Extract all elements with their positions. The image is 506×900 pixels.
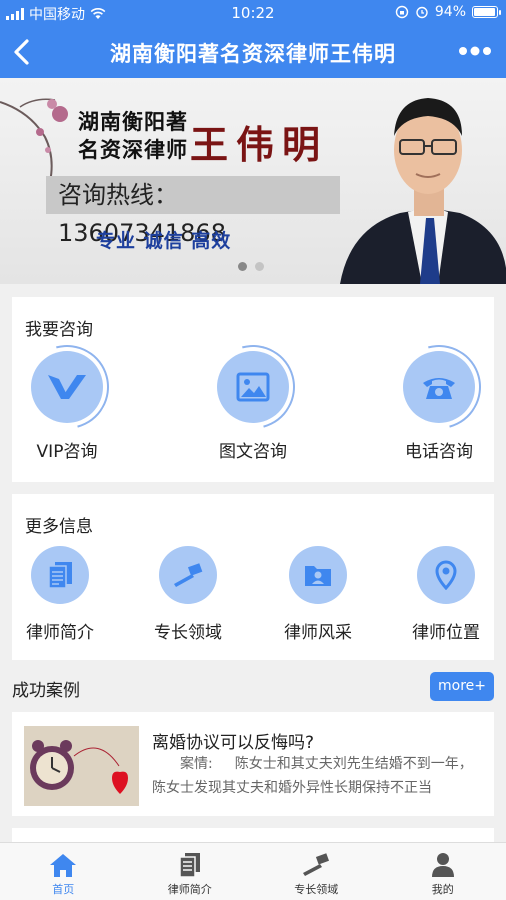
- tab-mine[interactable]: 我的: [380, 843, 506, 900]
- banner-carousel[interactable]: 湖南衡阳著 名资深律师 王伟明 咨询热线：13607341868 专业 诚信 高…: [0, 78, 506, 284]
- carousel-dot[interactable]: [255, 262, 264, 271]
- carousel-indicator[interactable]: [238, 262, 264, 271]
- lawyer-photo: [340, 98, 506, 284]
- folder-user-icon: [305, 566, 331, 586]
- section-title: 我要咨询: [25, 320, 93, 340]
- home-icon: [50, 854, 77, 877]
- more-button[interactable]: [458, 38, 492, 69]
- consult-label: 电话咨询: [405, 442, 473, 462]
- vip-consult-button[interactable]: VIP咨询: [9, 329, 125, 462]
- more-cases-button[interactable]: more+: [430, 672, 494, 701]
- chevron-left-icon: [14, 39, 29, 65]
- cases-header: 成功案例 more+: [12, 672, 494, 702]
- more-dots-icon: [459, 46, 491, 56]
- location-pin-icon: [435, 560, 457, 590]
- case-title: 离婚协议可以反悔吗?: [152, 733, 315, 753]
- banner-subtitle-line2: 名资深律师: [78, 138, 188, 162]
- consult-label: 图文咨询: [219, 442, 287, 462]
- phone-consult-button[interactable]: 电话咨询: [381, 329, 497, 462]
- user-icon: [431, 853, 454, 877]
- document-icon: [48, 562, 72, 589]
- banner-subtitle-line1: 湖南衡阳著: [78, 110, 188, 134]
- orientation-lock-icon: [395, 5, 409, 19]
- image-icon: [236, 372, 270, 402]
- banner-hotline: 咨询热线：13607341868: [46, 176, 340, 247]
- alarm-icon: [416, 6, 428, 19]
- tab-home[interactable]: 首页: [0, 843, 127, 900]
- expertise-button[interactable]: 专长领域: [140, 546, 236, 643]
- image-text-consult-button[interactable]: 图文咨询: [195, 329, 311, 462]
- info-label: 律师风采: [284, 623, 352, 643]
- banner-slogan: 专业 诚信 高效: [96, 230, 232, 252]
- nav-bar: 湖南衡阳著名资深律师王伟明: [0, 26, 506, 78]
- alarm-clock-heart-image: [24, 726, 139, 806]
- battery-icon: [472, 6, 501, 18]
- lawyer-location-button[interactable]: 律师位置: [398, 546, 494, 643]
- section-title: 更多信息: [25, 517, 93, 537]
- tab-label: 我的: [431, 883, 454, 896]
- battery-percent: 94%: [434, 4, 466, 20]
- case-summary-label: 案情:: [180, 756, 213, 772]
- section-title: 成功案例: [12, 681, 80, 701]
- more-info-section: 更多信息 律师简介 专长领域 律师风采 律师位置: [12, 494, 494, 660]
- status-bar: 中国移动 10:22 94%: [0, 0, 506, 26]
- vip-icon: [48, 375, 86, 399]
- gavel-icon: [174, 563, 203, 587]
- tab-label: 专长领域: [294, 883, 339, 896]
- tab-expertise[interactable]: 专长领域: [253, 843, 380, 900]
- document-icon: [179, 853, 200, 878]
- gavel-icon: [303, 853, 330, 876]
- consult-section: 我要咨询 VIP咨询 图文咨询 电话咨询: [9, 297, 497, 482]
- tab-label: 律师简介: [167, 883, 212, 896]
- tab-bar: 首页 律师简介 专长领域 我的: [0, 842, 506, 900]
- carousel-dot[interactable]: [238, 262, 247, 271]
- case-summary: 案情: 陈女士和其丈夫刘先生结婚不到一年，陈女士发现其丈夫和婚外异性长期保持不正当: [152, 752, 478, 800]
- tab-lawyer-profile[interactable]: 律师简介: [127, 843, 254, 900]
- lawyer-gallery-button[interactable]: 律师风采: [270, 546, 366, 643]
- case-thumbnail: [24, 726, 139, 806]
- consult-label: VIP咨询: [36, 442, 98, 462]
- info-label: 律师简介: [26, 623, 94, 643]
- tab-label: 首页: [52, 883, 75, 896]
- lawyer-profile-button[interactable]: 律师简介: [12, 546, 108, 643]
- case-list-item[interactable]: 离婚协议可以反悔吗? 案情: 陈女士和其丈夫刘先生结婚不到一年，陈女士发现其丈夫和…: [12, 712, 494, 816]
- banner-lawyer-name: 王伟明: [190, 122, 329, 167]
- phone-icon: [423, 378, 455, 399]
- back-button[interactable]: [10, 36, 42, 68]
- info-label: 律师位置: [412, 623, 480, 643]
- page-title: 湖南衡阳著名资深律师王伟明: [110, 42, 396, 66]
- info-label: 专长领域: [154, 623, 222, 643]
